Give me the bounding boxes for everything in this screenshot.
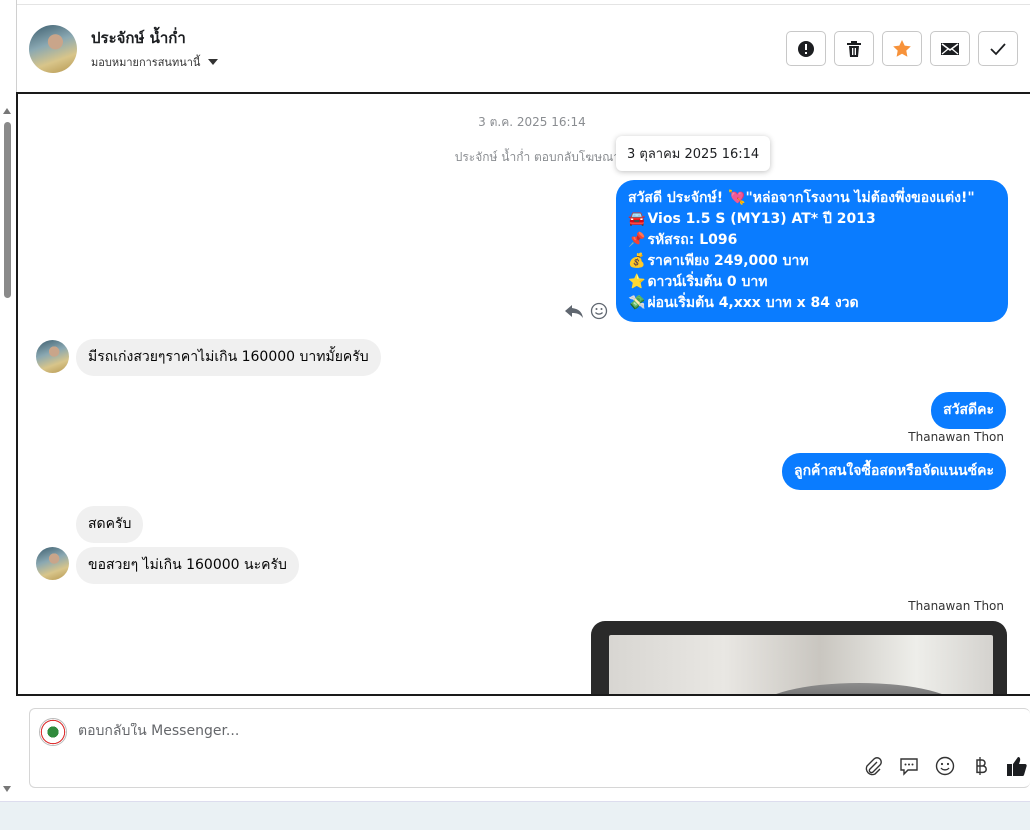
thread-scrollbar[interactable] — [0, 100, 14, 800]
envelope-icon — [941, 42, 959, 55]
car-photo[interactable] — [609, 635, 993, 694]
assign-conversation-dropdown[interactable]: มอบหมายการสนทนานี้ — [91, 53, 219, 71]
attach-icon[interactable] — [862, 755, 884, 777]
exclamation-icon — [798, 40, 814, 57]
sender-name: Thanawan Thon — [908, 430, 1004, 444]
car-image — [759, 683, 959, 694]
reply-input[interactable] — [78, 723, 678, 739]
star-button[interactable] — [882, 31, 922, 66]
header-actions — [786, 31, 1018, 66]
reply-icon[interactable] — [564, 303, 584, 319]
timestamp-tooltip: 3 ตุลาคม 2025 16:14 — [616, 136, 771, 171]
conversation-header: ประจักษ์ น้ำก่ำ มอบหมายการสนทนานี้ — [16, 5, 1030, 91]
check-icon — [990, 42, 1006, 55]
outgoing-message[interactable]: สวัสดีคะ — [931, 392, 1006, 429]
mark-unread-button[interactable] — [930, 31, 970, 66]
window-bottom-bar — [0, 801, 1030, 830]
money-wings-emoji-icon: 💸 — [628, 295, 646, 311]
ad-line: 💸 ผ่อนเริ่มต้น 4,xxx บาท x 84 งวด — [628, 295, 859, 311]
contact-name[interactable]: ประจักษ์ น้ำก่ำ — [91, 26, 186, 50]
ad-line: 🚘 Vios 1.5 S (MY13) AT* ปี 2013 — [628, 211, 876, 227]
ad-reply-note: ประจักษ์ น้ำก่ำ ตอบกลับโฆษณา — [454, 150, 620, 164]
thumbs-up-icon[interactable] — [1006, 755, 1028, 777]
scroll-thumb[interactable] — [4, 122, 11, 298]
scroll-up-arrow-icon[interactable] — [3, 108, 11, 114]
page-logo-avatar — [39, 718, 67, 746]
scroll-down-arrow-icon[interactable] — [3, 786, 11, 792]
pushpin-emoji-icon: 📌 — [628, 232, 646, 248]
message-hover-tools — [564, 302, 608, 320]
incoming-message[interactable]: มีรถเก่งสวยๆราคาไม่เกิน 160000 บาทมั้ยคร… — [76, 339, 381, 376]
mark-spam-button[interactable] — [786, 31, 826, 66]
caret-down-icon — [208, 59, 219, 65]
contact-avatar[interactable] — [29, 25, 77, 73]
ad-line: 📌 รหัสรถ: L096 — [628, 232, 738, 248]
photo-attachment[interactable] — [591, 621, 1007, 694]
incoming-message[interactable]: ขอสวยๆ ไม่เกิน 160000 นะครับ — [76, 547, 299, 584]
emoji-icon[interactable] — [934, 755, 956, 777]
star-icon — [893, 39, 911, 57]
composer-tools — [862, 755, 1028, 777]
ad-message-bubble[interactable]: สวัสดี ประจักษ์! 💘"หล่อจากโรงงาน ไม่ต้อง… — [616, 180, 1008, 322]
assign-label: มอบหมายการสนทนานี้ — [91, 56, 201, 69]
star-emoji-icon: ⭐ — [628, 274, 646, 290]
react-emoji-icon[interactable] — [590, 302, 608, 320]
outgoing-message[interactable]: ลูกค้าสนใจซื้อสดหรือจัดแนนซ์คะ — [782, 453, 1006, 490]
money-bag-emoji-icon: 💰 — [628, 253, 646, 269]
sender-name: Thanawan Thon — [908, 599, 1004, 613]
saved-reply-icon[interactable] — [898, 755, 920, 777]
baht-icon[interactable] — [970, 755, 992, 777]
ad-line: สวัสดี ประจักษ์! 💘"หล่อจากโรงงาน ไม่ต้อง… — [628, 190, 975, 206]
incoming-message[interactable]: สดครับ — [76, 506, 144, 543]
thread-date: 3 ต.ค. 2025 16:14 — [478, 115, 586, 129]
contact-message-avatar[interactable] — [36, 340, 69, 373]
message-thread[interactable]: 3 ต.ค. 2025 16:14 ประจักษ์ น้ำก่ำ ตอบกลั… — [16, 92, 1030, 696]
trash-icon — [847, 40, 861, 57]
ad-line: ⭐ ดาวน์เริ่มต้น 0 บาท — [628, 274, 768, 290]
delete-button[interactable] — [834, 31, 874, 66]
mark-done-button[interactable] — [978, 31, 1018, 66]
car-emoji-icon: 🚘 — [628, 211, 646, 227]
contact-message-avatar[interactable] — [36, 547, 69, 580]
ad-line: 💰 ราคาเพียง 249,000 บาท — [628, 253, 809, 269]
inbox-conversation-view: ประจักษ์ น้ำก่ำ มอบหมายการสนทนานี้ 3 ต.ค… — [0, 0, 1030, 830]
reply-composer — [29, 708, 1030, 788]
